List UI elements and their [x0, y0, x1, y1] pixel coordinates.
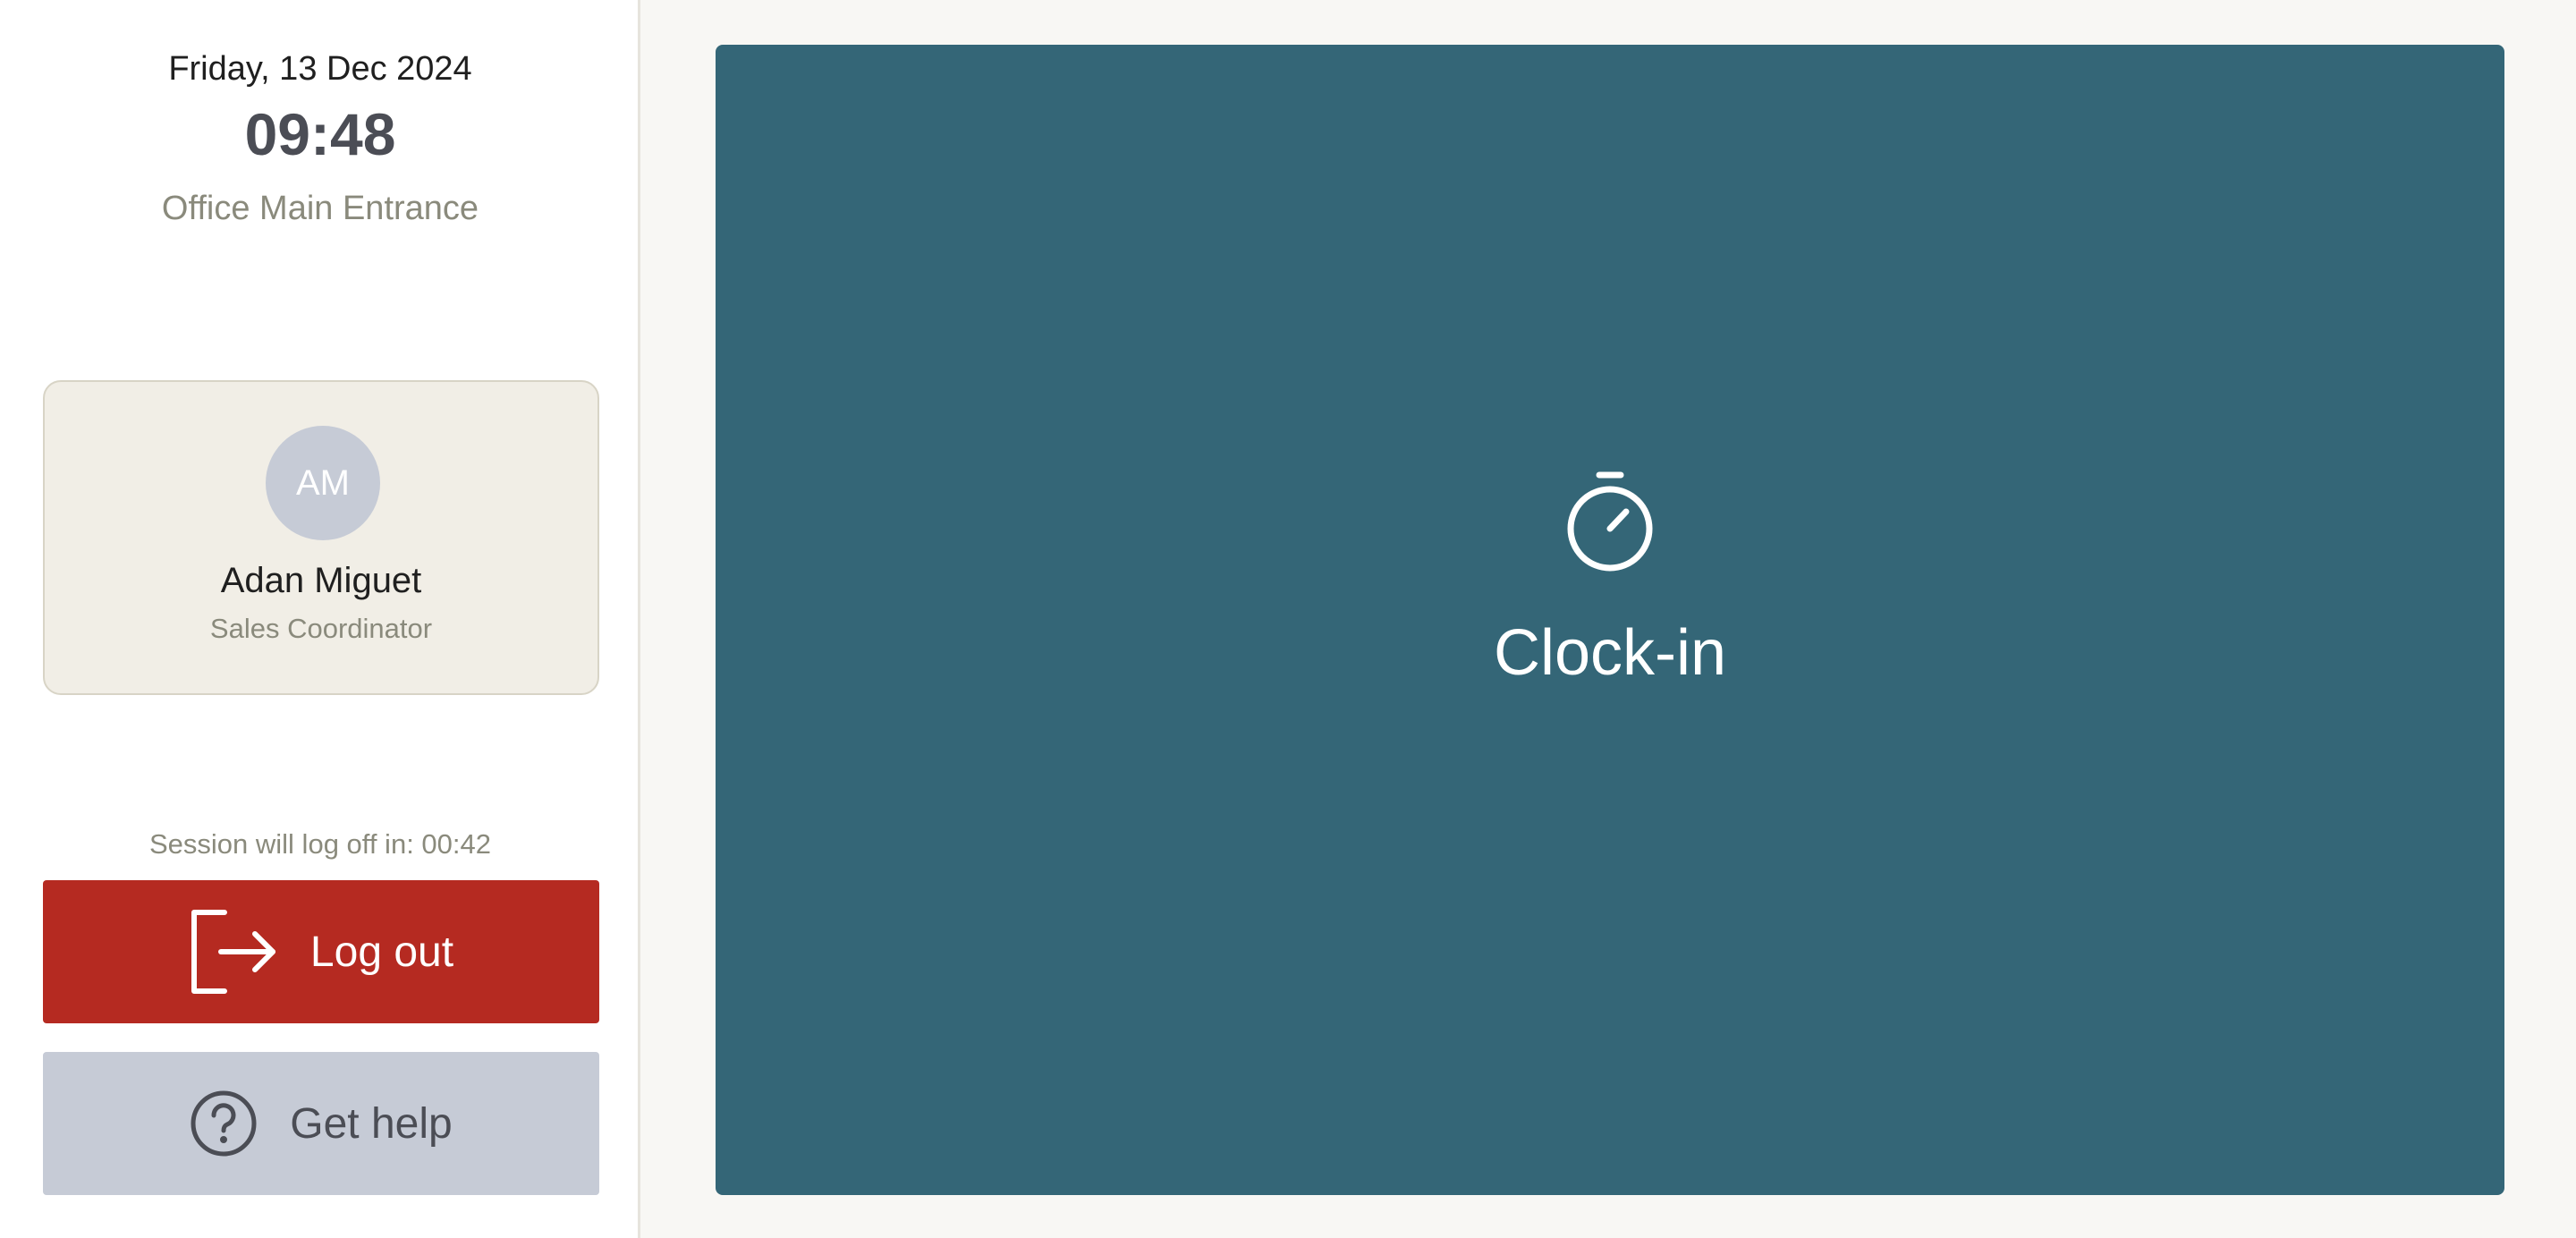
get-help-label: Get help	[290, 1099, 453, 1148]
logout-icon	[189, 909, 278, 995]
user-card: AM Adan Miguet Sales Coordinator	[43, 380, 599, 695]
avatar: AM	[266, 426, 380, 540]
logout-button[interactable]: Log out	[43, 880, 599, 1023]
help-circle-icon	[190, 1090, 258, 1157]
clock-in-button[interactable]: Clock-in	[716, 45, 2504, 1195]
stopwatch-icon	[1565, 470, 1655, 573]
session-timeout: Session will log off in: 00:42	[149, 828, 491, 860]
logout-label: Log out	[309, 928, 454, 976]
get-help-button[interactable]: Get help	[43, 1052, 599, 1195]
location-label: Office Main Entrance	[161, 190, 479, 227]
user-name: Adan Miguet	[220, 561, 422, 600]
current-time: 09:48	[244, 101, 396, 167]
current-date: Friday, 13 Dec 2024	[168, 50, 472, 88]
user-role: Sales Coordinator	[209, 613, 433, 644]
clock-in-label: Clock-in	[1493, 617, 1727, 689]
kiosk-app: Friday, 13 Dec 2024 09:48 Office Main En…	[0, 0, 2576, 1238]
sidebar: Friday, 13 Dec 2024 09:48 Office Main En…	[0, 0, 640, 1238]
